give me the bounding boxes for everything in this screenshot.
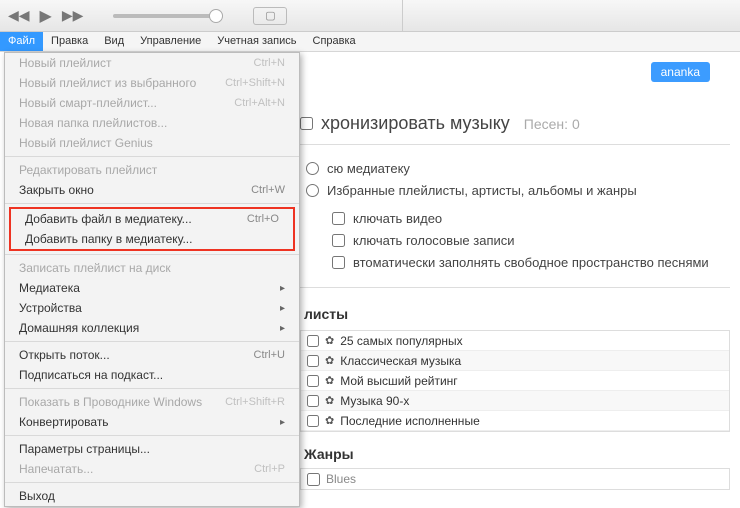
menu-library-submenu[interactable]: Медиатека▸ — [5, 278, 299, 298]
playlist-checkbox[interactable] — [307, 375, 319, 387]
lcd-display — [402, 0, 740, 32]
menu-burn-playlist[interactable]: Записать плейлист на диск — [5, 258, 299, 278]
playlist-row[interactable]: ✿ Мой высший рейтинг — [301, 371, 729, 391]
include-voice-checkbox[interactable] — [332, 234, 345, 247]
playlist-checkbox[interactable] — [307, 415, 319, 427]
menu-highlighted-group: Добавить файл в медиатеку...Ctrl+O Добав… — [9, 207, 295, 251]
prev-icon[interactable]: ◀◀ — [8, 7, 30, 24]
genres-list: Blues — [300, 468, 730, 490]
playlist-row[interactable]: ✿ Музыка 90-х — [301, 391, 729, 411]
radio-selected-playlists-label: Избранные плейлисты, артисты, альбомы и … — [327, 183, 637, 198]
menu-add-file-to-library[interactable]: Добавить файл в медиатеку...Ctrl+O — [11, 209, 293, 229]
device-tag[interactable]: ananka — [651, 62, 710, 82]
menu-print[interactable]: Напечатать...Ctrl+P — [5, 459, 299, 479]
genres-header: Жанры — [300, 432, 730, 468]
menu-new-smart-playlist[interactable]: Новый смарт-плейлист...Ctrl+Alt+N — [5, 93, 299, 113]
include-video-checkbox[interactable] — [332, 212, 345, 225]
radio-entire-library-label: сю медиатеку — [327, 161, 410, 176]
gear-icon: ✿ — [325, 354, 334, 367]
include-video-label: ключать видео — [353, 211, 442, 226]
playlists-header: листы — [300, 288, 730, 330]
autofill-label: втоматически заполнять свободное простра… — [353, 255, 709, 270]
menu-edit-playlist[interactable]: Редактировать плейлист — [5, 160, 299, 180]
genre-checkbox[interactable] — [307, 473, 320, 486]
chevron-right-icon: ▸ — [280, 417, 285, 428]
next-icon[interactable]: ▶▶ — [62, 7, 84, 24]
menubar-account[interactable]: Учетная запись — [209, 32, 304, 51]
playlist-label: 25 самых популярных — [340, 334, 462, 348]
radio-entire-library[interactable] — [306, 162, 319, 175]
playlist-label: Последние исполненные — [340, 414, 480, 428]
playlist-label: Музыка 90-х — [340, 394, 409, 408]
sync-music-checkbox[interactable] — [300, 117, 313, 130]
menu-open-stream[interactable]: Открыть поток...Ctrl+U — [5, 345, 299, 365]
radio-selected-playlists[interactable] — [306, 184, 319, 197]
menu-show-in-explorer[interactable]: Показать в Проводнике WindowsCtrl+Shift+… — [5, 392, 299, 412]
menu-new-playlist[interactable]: Новый плейлистCtrl+N — [5, 53, 299, 73]
menu-subscribe-podcast[interactable]: Подписаться на подкаст... — [5, 365, 299, 385]
menu-new-genius-playlist[interactable]: Новый плейлист Genius — [5, 133, 299, 153]
playlist-checkbox[interactable] — [307, 335, 319, 347]
menu-add-folder-to-library[interactable]: Добавить папку в медиатеку... — [11, 229, 293, 249]
volume-slider[interactable] — [113, 14, 223, 18]
menubar-controls[interactable]: Управление — [132, 32, 209, 51]
menubar-help[interactable]: Справка — [305, 32, 364, 51]
chevron-right-icon: ▸ — [280, 303, 285, 314]
play-icon[interactable]: ▶ — [40, 6, 52, 26]
playlist-label: Мой высший рейтинг — [340, 374, 457, 388]
menu-devices-submenu[interactable]: Устройства▸ — [5, 298, 299, 318]
menu-convert-submenu[interactable]: Конвертировать▸ — [5, 412, 299, 432]
playlist-row[interactable]: ✿ Классическая музыка — [301, 351, 729, 371]
menu-page-setup[interactable]: Параметры страницы... — [5, 439, 299, 459]
playlists-list: ✿ 25 самых популярных ✿ Классическая музык… — [300, 330, 730, 432]
sync-music-title: хронизировать музыку — [321, 113, 510, 134]
menu-home-sharing-submenu[interactable]: Домашняя коллекция▸ — [5, 318, 299, 338]
playlist-row[interactable]: ✿ 25 самых популярных — [301, 331, 729, 351]
chevron-right-icon: ▸ — [280, 283, 285, 294]
gear-icon: ✿ — [325, 334, 334, 347]
autofill-checkbox[interactable] — [332, 256, 345, 269]
playlist-row[interactable]: ✿ Последние исполненные — [301, 411, 729, 431]
genre-label: Blues — [326, 472, 356, 486]
gear-icon: ✿ — [325, 394, 334, 407]
gear-icon: ✿ — [325, 414, 334, 427]
airplay-button[interactable]: ▢ — [253, 7, 287, 25]
menu-new-playlist-folder[interactable]: Новая папка плейлистов... — [5, 113, 299, 133]
playlist-checkbox[interactable] — [307, 395, 319, 407]
gear-icon: ✿ — [325, 374, 334, 387]
menu-new-playlist-from-selection[interactable]: Новый плейлист из выбранногоCtrl+Shift+N — [5, 73, 299, 93]
include-voice-label: ключать голосовые записи — [353, 233, 515, 248]
menubar-file[interactable]: Файл — [0, 32, 43, 51]
file-menu-dropdown: Новый плейлистCtrl+N Новый плейлист из в… — [4, 52, 300, 507]
genre-row[interactable]: Blues — [307, 472, 723, 486]
sync-music-panel: ananka хронизировать музыку Песен: 0 сю … — [300, 52, 740, 508]
menu-exit[interactable]: Выход — [5, 486, 299, 506]
playlist-label: Классическая музыка — [340, 354, 461, 368]
playlist-checkbox[interactable] — [307, 355, 319, 367]
song-count: Песен: 0 — [524, 116, 580, 132]
menubar-edit[interactable]: Правка — [43, 32, 96, 51]
menu-close-window[interactable]: Закрыть окноCtrl+W — [5, 180, 299, 200]
chevron-right-icon: ▸ — [280, 323, 285, 334]
menubar: Файл Правка Вид Управление Учетная запис… — [0, 32, 740, 52]
airplay-icon: ▢ — [265, 9, 275, 22]
menubar-view[interactable]: Вид — [96, 32, 132, 51]
volume-knob[interactable] — [209, 9, 223, 23]
